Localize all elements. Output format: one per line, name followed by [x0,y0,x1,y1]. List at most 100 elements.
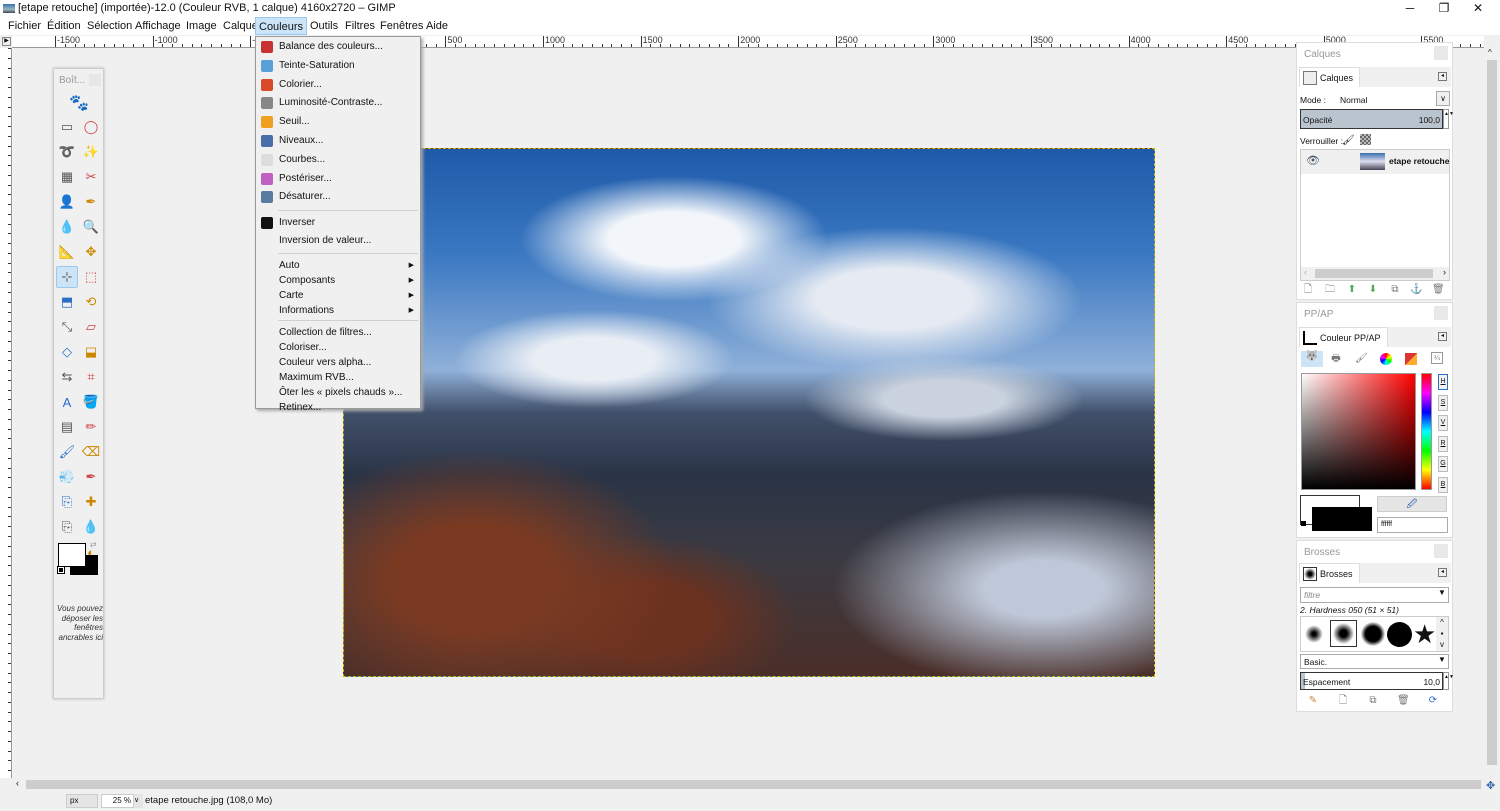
layers-hscrollbar[interactable]: ‹ › [1301,267,1449,280]
menu-item-inversion-de-valeur[interactable]: Inversion de valeur... [256,232,420,250]
cmyk-printer-icon[interactable]: 🖶 [1330,353,1342,365]
menu-item-seuil[interactable]: Seuil... [256,113,420,131]
shear-icon[interactable]: ▱ [80,316,102,338]
image-layer-etape-retouche[interactable] [343,148,1155,677]
edit-brush-icon[interactable]: ✎ [1307,695,1319,707]
menu-item-balance-des-couleurs[interactable]: Balance des couleurs... [256,38,420,56]
rotate-icon[interactable]: ⟲ [80,291,102,313]
brush-hardness-075[interactable] [1361,622,1385,646]
menu-item-retinex[interactable]: Retinex... [256,399,420,417]
lower-layer-icon[interactable]: ⬇ [1367,284,1379,296]
vertical-scrollbar-thumb[interactable] [1487,60,1497,765]
scroll-up-icon[interactable]: ^ [1488,48,1492,57]
fgbg-dock-close-button[interactable] [1434,306,1448,320]
color-picker-button[interactable]: 🖉 [1377,496,1447,512]
perspective-clone-icon[interactable]: ⎘ [56,516,78,538]
measure-icon[interactable]: 📐 [56,241,78,263]
airbrush-icon[interactable]: 💨 [56,466,78,488]
brush-grid-scrollbar[interactable]: ^ ▪ v [1436,617,1448,651]
mode-select[interactable]: Normal [1340,95,1367,105]
spacing-spin-buttons[interactable]: ▲▼ [1443,672,1454,690]
watercolor-brush-icon[interactable]: 🖌 [1355,353,1368,365]
heal-icon[interactable]: ✚ [80,491,102,513]
brush-filter-input[interactable]: filtre [1300,587,1449,603]
tab-menu-icon[interactable]: ◂ [1438,72,1447,81]
foreground-color-swatch[interactable] [58,543,86,567]
horizontal-scrollbar-thumb[interactable] [26,780,1481,789]
delete-brush-icon[interactable]: 🗑 [1397,695,1410,707]
mode-chevron-down-icon[interactable]: ∨ [1436,91,1450,106]
raise-layer-icon[interactable]: ⬆ [1346,284,1358,296]
menu-fichier[interactable]: Fichier [5,17,44,35]
opacity-spin-buttons[interactable]: ▲▼ [1443,109,1454,129]
scales-icon[interactable]: ¼ [1431,352,1443,364]
menu-item-inverser[interactable]: Inverser [256,214,420,232]
zoom-chevron-down-icon[interactable]: ∨ [134,794,143,808]
toolbox-close-button[interactable] [89,74,101,86]
unit-select[interactable]: px [66,794,98,808]
channel-b-toggle[interactable]: B [1438,476,1448,493]
hue-strip[interactable] [1421,373,1432,490]
visibility-eye-icon[interactable]: 👁 [1306,154,1320,167]
menu-affichage[interactable]: Affichage [132,17,184,35]
channel-r-toggle[interactable]: R [1438,435,1448,452]
horizontal-ruler[interactable]: -1500-1000-50005001000150020002500300035… [12,36,1484,48]
lock-alpha-checker-icon[interactable] [1360,134,1371,145]
menu-image[interactable]: Image [183,17,220,35]
palette-icon[interactable] [1405,353,1417,365]
clone-icon[interactable]: ⎘ [56,491,78,513]
background-swatch[interactable] [1312,507,1372,531]
cage-icon[interactable]: ⌗ [80,366,102,388]
gimp-selector-icon[interactable]: 🐺 [1301,351,1323,367]
menu-aide[interactable]: Aide [423,17,451,35]
refresh-brushes-icon[interactable]: ⟳ [1427,695,1439,707]
menu-item-colorier[interactable]: Colorier... [256,76,420,94]
brush-hardness-100[interactable] [1387,622,1412,647]
channel-v-toggle[interactable]: V [1438,415,1448,431]
blur-icon[interactable]: 💧 [80,516,102,538]
channel-h-toggle[interactable]: H [1438,374,1448,390]
tab-fgbg-color[interactable]: Couleur PP/AP [1299,327,1388,347]
crop-icon[interactable]: ⬒ [56,291,78,313]
tab-menu-icon[interactable]: ◂ [1438,332,1447,341]
scale-icon[interactable]: ⤡ [56,316,78,338]
layers-dock-close-button[interactable] [1434,46,1448,60]
rect-select-icon[interactable]: ▭ [56,116,78,138]
color-saturation-value-area[interactable] [1301,373,1416,490]
delete-layer-icon[interactable]: 🗑 [1432,284,1445,296]
bucket-fill-icon[interactable]: 🪣 [80,391,102,413]
vertical-ruler[interactable] [0,48,12,778]
opacity-slider[interactable]: Opacité 100,0 [1300,109,1443,129]
eraser-icon[interactable]: ⌫ [80,441,102,463]
menu-fenêtres[interactable]: Fenêtres [377,17,426,35]
foreground-select-icon[interactable]: 👤 [56,191,78,213]
fuzzy-select-icon[interactable]: ✨ [80,141,102,163]
duplicate-layer-icon[interactable]: ⧉ [1389,284,1401,296]
preset-dropdown-icon[interactable]: ▼ [1438,655,1446,664]
perspective-icon[interactable]: ◇ [56,341,78,363]
channel-g-toggle[interactable]: G [1438,456,1448,472]
brush-hardness-050-selected[interactable] [1330,620,1357,647]
menu-item-postériser[interactable]: Postériser... [256,170,420,188]
anchor-layer-icon[interactable]: ⚓ [1410,284,1422,296]
menu-édition[interactable]: Édition [44,17,84,35]
align-icon[interactable]: ⊹ [56,266,78,288]
swap-colors-icon[interactable]: ⇄ [90,540,97,549]
tab-layers[interactable]: Calques [1299,67,1361,87]
color-wheel-icon[interactable] [1380,353,1392,365]
select-by-color-icon[interactable]: ▦ [56,166,78,188]
new-layer-icon[interactable]: 🗋 [1302,284,1314,296]
filter-dropdown-icon[interactable]: ▼ [1438,588,1446,597]
spacing-slider[interactable]: Espacement 10,0 [1300,672,1443,690]
hex-color-input[interactable]: ffffff [1377,517,1448,533]
transform-icon[interactable]: ⬚ [80,266,102,288]
brush-star-icon[interactable]: ★ [1413,617,1436,651]
channel-s-toggle[interactable]: S [1438,394,1448,411]
move-icon[interactable]: ✥ [80,241,102,263]
menu-item-désaturer[interactable]: Désaturer... [256,188,420,206]
scissors-icon[interactable]: ✂ [80,166,102,188]
brush-preset-select[interactable]: Basic. [1300,654,1449,669]
close-button[interactable]: ✕ [1461,0,1495,17]
menu-sélection[interactable]: Sélection [84,17,135,35]
brushes-dock-close-button[interactable] [1434,544,1448,558]
